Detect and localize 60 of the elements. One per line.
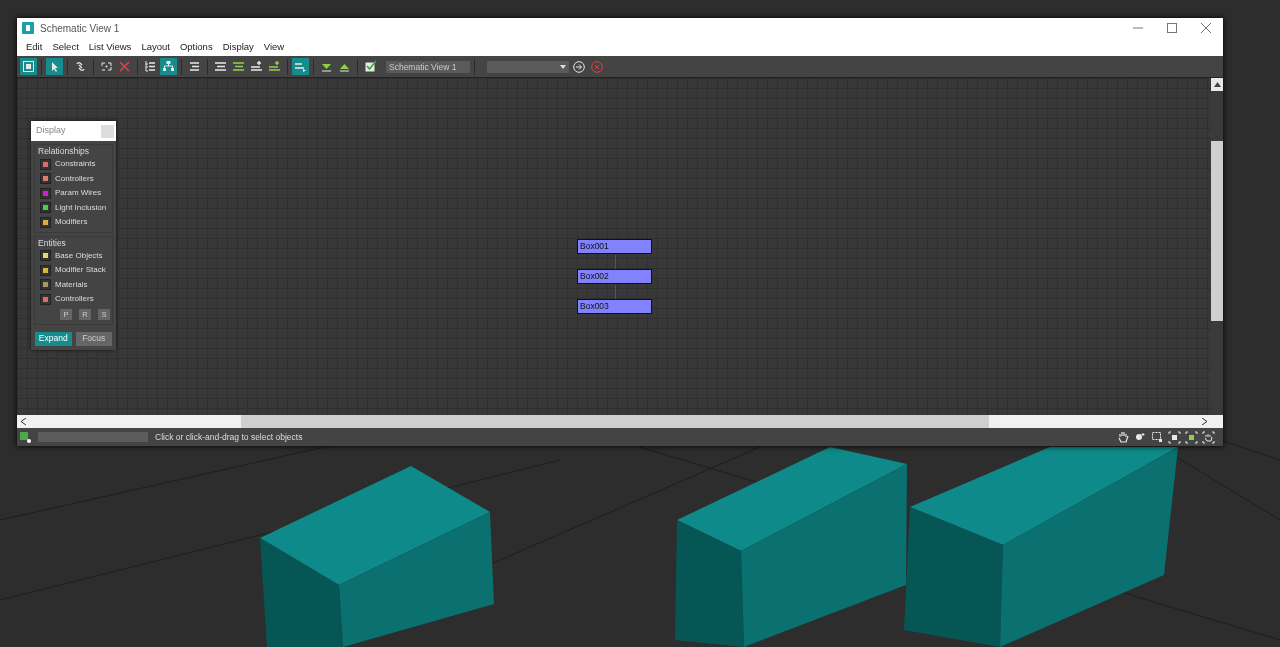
hierarchy-icon: [162, 60, 175, 73]
zoom-selected-icon[interactable]: [1185, 430, 1198, 444]
menu-item[interactable]: Display: [217, 38, 259, 56]
filter-label: Light Inclusion: [55, 201, 107, 214]
panel-title: Display: [36, 124, 66, 138]
zoom-extents-icon[interactable]: [1168, 430, 1181, 444]
filter-label: Modifiers: [55, 216, 88, 229]
filter-label: Base Objects: [55, 249, 103, 262]
list-icon: [214, 60, 227, 73]
filter-label: Controllers: [55, 293, 94, 306]
arrow-circle-icon: [572, 60, 585, 73]
menu-item[interactable]: Options: [174, 38, 218, 56]
scroll-right-icon[interactable]: [1202, 418, 1207, 425]
section-heading: Entities: [37, 236, 67, 249]
maximize-icon: [1167, 23, 1177, 33]
view-name-field[interactable]: Schematic View 1: [386, 60, 470, 73]
menu-item[interactable]: Edit: [21, 38, 48, 56]
delete-icon: [118, 60, 131, 73]
close-circle-icon: [590, 60, 603, 73]
align-icon: [188, 60, 201, 73]
filter-label: Param Wires: [55, 187, 102, 200]
go-button[interactable]: [570, 58, 587, 75]
vertical-scrollbar[interactable]: [1211, 78, 1223, 416]
list-add-icon: [250, 60, 263, 73]
pan-icon[interactable]: [1117, 430, 1130, 444]
horizontal-scrollbar[interactable]: [17, 415, 1223, 428]
zoom-region-icon[interactable]: [1151, 430, 1164, 444]
connector-line: [615, 255, 616, 270]
menu-item[interactable]: Layout: [136, 38, 175, 56]
tree-list-icon: [144, 60, 157, 73]
menu-item[interactable]: List Views: [83, 38, 137, 56]
connector-line: [615, 285, 616, 300]
maximize-view-icon[interactable]: [1202, 430, 1215, 444]
filter-label: Constraints: [55, 158, 96, 171]
filter-label: Modifier Stack: [55, 264, 106, 277]
section-heading: Relationships: [37, 145, 91, 157]
schematic-node[interactable]: Box002: [577, 269, 652, 284]
filter-label: Controllers: [55, 172, 94, 185]
frame-icon: [22, 60, 35, 73]
link-icon: [74, 60, 87, 73]
menu-item[interactable]: Select: [47, 38, 84, 56]
schematic-node[interactable]: Box001: [577, 239, 652, 254]
list-icon: [232, 60, 245, 73]
layout-icon: [294, 60, 307, 73]
filter-label: Materials: [55, 278, 88, 291]
menu-item[interactable]: View: [258, 38, 290, 56]
status-prompt: Click or click-and-drag to select objects: [155, 430, 303, 444]
window-title: Schematic View 1: [40, 21, 120, 36]
select-mode-icon[interactable]: [20, 431, 31, 443]
panel-button[interactable]: Focus: [75, 331, 112, 346]
scroll-left-icon[interactable]: [21, 418, 26, 425]
unlink-icon: [100, 60, 113, 73]
list-add-icon: [268, 60, 281, 73]
dropdown-caret-icon[interactable]: [560, 64, 566, 69]
scroll-up-icon[interactable]: [1213, 82, 1221, 87]
app-logo-icon: [22, 22, 34, 34]
close-icon: [1201, 23, 1211, 33]
checkbox-icon: [364, 60, 377, 73]
schematic-node[interactable]: Box003: [577, 299, 652, 314]
panel-button[interactable]: Expand: [35, 331, 72, 346]
